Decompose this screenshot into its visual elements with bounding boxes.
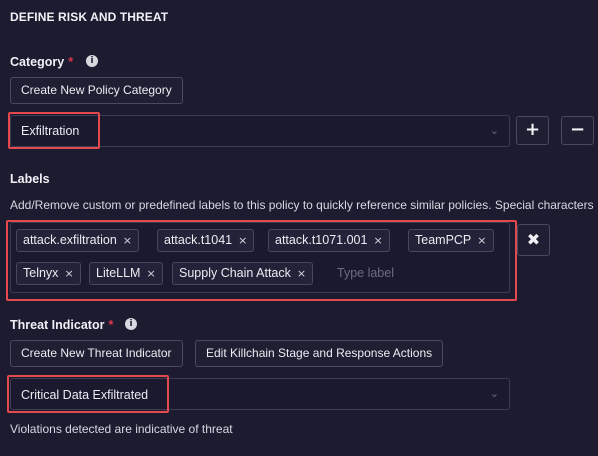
remove-tag-icon[interactable]: × [123,234,132,247]
category-selected-value: Exfiltration [21,124,80,138]
label-tag-text: Supply Chain Attack [179,266,291,280]
info-icon[interactable]: i [86,55,98,67]
section-title: DEFINE RISK AND THREAT [10,10,169,24]
label-tag[interactable]: TeamPCP × [408,229,494,252]
label-tag[interactable]: Supply Chain Attack × [172,262,314,285]
remove-category-button[interactable]: − [561,116,594,145]
threat-hint: Violations detected are indicative of th… [10,422,233,436]
required-mark: * [108,318,114,332]
label-tag-text: Telnyx [23,266,59,280]
info-icon[interactable]: i [125,318,137,330]
threat-label-row: Threat Indicator * [10,318,113,332]
label-tag[interactable]: attack.t1071.001 × [268,229,390,252]
minus-icon: − [569,119,586,140]
plus-icon: + [524,119,541,140]
remove-tag-icon[interactable]: × [64,267,73,280]
label-tag[interactable]: Telnyx × [16,262,81,285]
label-tag-text: attack.t1041 [164,233,233,247]
label-tag[interactable]: attack.t1041 × [157,229,255,252]
remove-tag-icon[interactable]: × [297,267,306,280]
remove-tag-icon[interactable]: × [477,234,486,247]
clear-labels-button[interactable]: ✖ [517,224,550,256]
create-threat-indicator-button[interactable]: Create New Threat Indicator [10,340,183,367]
threat-indicator-label: Threat Indicator [10,318,105,332]
remove-tag-icon[interactable]: × [373,234,382,247]
close-icon: ✖ [526,230,541,249]
category-label: Category [10,55,65,69]
labels-label: Labels [10,172,50,186]
label-tag[interactable]: LiteLLM × [89,262,163,285]
category-label-row: Category * [10,55,73,69]
label-tag-text: LiteLLM [96,266,141,280]
chevron-down-icon: ⌄ [489,124,499,137]
label-tag-text: attack.t1071.001 [275,233,368,247]
label-input-placeholder[interactable]: Type label [337,266,394,280]
threat-selected-value: Critical Data Exfiltrated [21,388,149,402]
create-policy-category-button[interactable]: Create New Policy Category [10,77,183,104]
required-mark: * [68,55,74,69]
label-tag[interactable]: attack.exfiltration × [16,229,140,252]
label-tag-text: TeamPCP [415,233,472,247]
remove-tag-icon[interactable]: × [238,234,247,247]
remove-tag-icon[interactable]: × [146,267,155,280]
label-tag-text: attack.exfiltration [23,233,117,247]
add-category-button[interactable]: + [516,116,549,145]
labels-description: Add/Remove custom or predefined labels t… [10,198,594,212]
chevron-down-icon: ⌄ [489,387,499,400]
edit-killchain-button[interactable]: Edit Killchain Stage and Response Action… [195,340,444,367]
